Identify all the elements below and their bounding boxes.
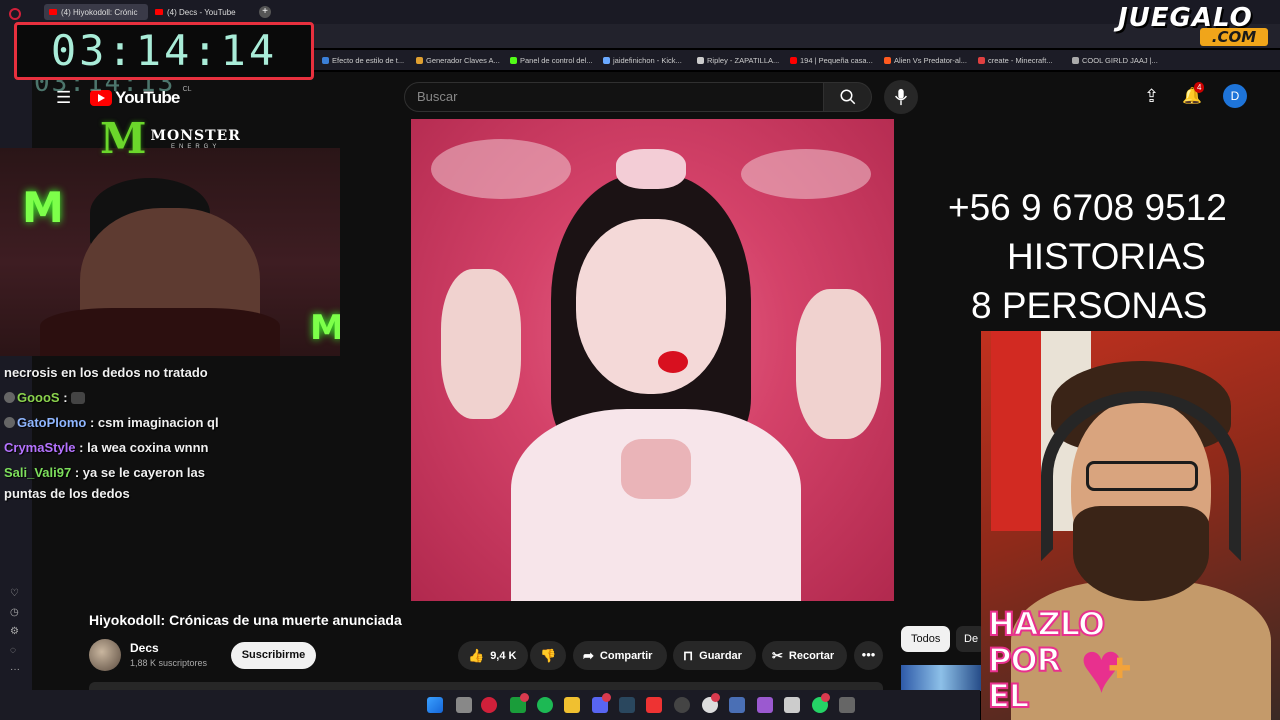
bookmark-item[interactable]: Generador Claves A... [416, 56, 500, 65]
thumbs-up-icon: 👍 [468, 647, 485, 663]
subscriber-count: 1,88 K suscriptores [130, 658, 208, 668]
chat-message: GoooS : [4, 389, 86, 407]
bookmark-icon: ⊓ [683, 647, 694, 663]
monster-energy-logo: M MONSTER ENERGY [100, 114, 241, 163]
settings-icon[interactable]: ⚙ [10, 626, 20, 637]
share-icon: ➦ [583, 647, 594, 663]
upload-icon[interactable]: ⇪ [1144, 86, 1159, 107]
video-player[interactable] [411, 119, 894, 601]
app-icon[interactable] [839, 697, 855, 713]
phone-number: +56 9 6708 9512 [948, 187, 1227, 228]
scissors-icon: ✂ [772, 647, 783, 663]
channel-name[interactable]: Decs [130, 641, 159, 655]
app-icon[interactable] [757, 697, 773, 713]
bookmark-item[interactable]: 194 | Pequeña casa... [790, 56, 873, 65]
youtube-favicon-icon [155, 9, 163, 15]
account-avatar[interactable]: D [1223, 84, 1247, 108]
chat-message: CrymaStyle : la wea coxina wnnn [4, 440, 209, 455]
youtube-favicon-icon [49, 9, 57, 15]
clip-button[interactable]: ✂ Recortar [762, 641, 847, 670]
opera-taskbar-icon[interactable] [481, 697, 497, 713]
tab-hiyokodoll[interactable]: (4) Hiyokodoll: Crónic [44, 4, 148, 20]
bookmark-favicon-icon [697, 57, 704, 64]
bookmark-favicon-icon [510, 57, 517, 64]
description-box[interactable] [89, 682, 883, 690]
sidebar-icons: ♡ ◷ ⚙ ◌ ··· [10, 588, 20, 675]
cross-icon: ✚ [1108, 653, 1132, 684]
emote-icon [71, 392, 86, 404]
overlay-line-historias: HISTORIAS [1007, 236, 1206, 277]
bookmark-item[interactable]: create - Minecraft... [978, 56, 1053, 65]
bookmark-favicon-icon [322, 57, 329, 64]
chat-badge-icon [4, 392, 15, 403]
search-input[interactable]: Buscar [404, 82, 824, 112]
monster-glow-icon: M [22, 183, 64, 232]
bookmark-item[interactable]: Ripley - ZAPATILLA... [697, 56, 779, 65]
history-icon[interactable]: ◷ [10, 607, 20, 618]
steam-icon[interactable] [619, 697, 635, 713]
folder-icon[interactable] [564, 697, 580, 713]
more-actions-button[interactable]: ••• [854, 641, 883, 670]
bookmark-favicon-icon [884, 57, 891, 64]
app-icon[interactable] [646, 697, 662, 713]
new-tab-button[interactable]: + [259, 6, 271, 18]
chat-message-partial: necrosis en los dedos no tratado [4, 365, 208, 380]
video-title: Hiyokodoll: Crónicas de una muerte anunc… [89, 612, 402, 628]
settings-taskbar-icon[interactable] [729, 697, 745, 713]
dislike-button[interactable]: 👎 [530, 641, 566, 670]
opera-logo-icon[interactable] [9, 8, 21, 20]
bookmark-item[interactable]: COOL GIRLD JAAJ |... [1072, 56, 1158, 65]
heart-icon[interactable]: ♡ [10, 588, 20, 599]
channel-avatar[interactable] [89, 639, 121, 671]
lightbulb-icon[interactable]: ◌ [10, 645, 20, 656]
subscribe-button[interactable]: Suscribirme [231, 642, 316, 669]
search-icon [840, 89, 855, 105]
windows-start-icon[interactable] [427, 697, 443, 713]
bookmark-favicon-icon [603, 57, 610, 64]
bookmark-item[interactable]: jaidefinichon - Kick... [603, 56, 682, 65]
bookmark-item[interactable]: Efecto de estilo de t... [322, 56, 404, 65]
chip-todos[interactable]: Todos [901, 626, 951, 652]
bookmark-item[interactable]: Alien Vs Predator-al... [884, 56, 967, 65]
chat-message: GatoPlomo : csm imaginacion ql [4, 414, 219, 432]
tab-decs[interactable]: (4) Decs - YouTube [150, 4, 256, 20]
monster-glow-icon: M [310, 308, 340, 348]
bookmark-favicon-icon [416, 57, 423, 64]
share-button[interactable]: ➦ Compartir [573, 641, 667, 670]
webcam-feed: M M [0, 148, 340, 356]
juegalo-com-badge: .COM [1200, 28, 1268, 46]
chat-message-continuation: puntas de los dedos [4, 486, 130, 501]
notepad-icon[interactable] [784, 697, 800, 713]
notifications-button[interactable]: 🔔 4 [1182, 82, 1205, 106]
chat-badge-icon [4, 417, 15, 428]
save-button[interactable]: ⊓ Guardar [673, 641, 756, 670]
bookmark-favicon-icon [1072, 57, 1079, 64]
monster-claw-icon: M [100, 114, 147, 163]
stream-timer: 03:14:14 [14, 22, 314, 80]
task-view-icon[interactable] [456, 697, 472, 713]
headphones-icon [1041, 391, 1241, 561]
recommended-thumbnail[interactable] [901, 665, 981, 691]
voice-search-button[interactable] [884, 80, 918, 114]
browser-sidebar: ♡ ◷ ⚙ ◌ ··· [0, 0, 32, 720]
more-icon[interactable]: ··· [10, 664, 20, 675]
search-button[interactable] [824, 82, 872, 112]
overlay-line-personas: 8 PERSONAS [971, 285, 1208, 326]
microphone-icon [895, 88, 907, 106]
spotify-icon[interactable] [537, 697, 553, 713]
like-button[interactable]: 👍 9,4 K [458, 641, 528, 670]
bookmark-item[interactable]: Panel de control del... [510, 56, 593, 65]
bookmark-favicon-icon [978, 57, 985, 64]
bookmark-favicon-icon [790, 57, 797, 64]
obs-icon[interactable] [674, 697, 690, 713]
thumbs-down-icon: 👎 [540, 647, 557, 663]
chat-message: Sali_Vali97 : ya se le cayeron las [4, 465, 205, 480]
